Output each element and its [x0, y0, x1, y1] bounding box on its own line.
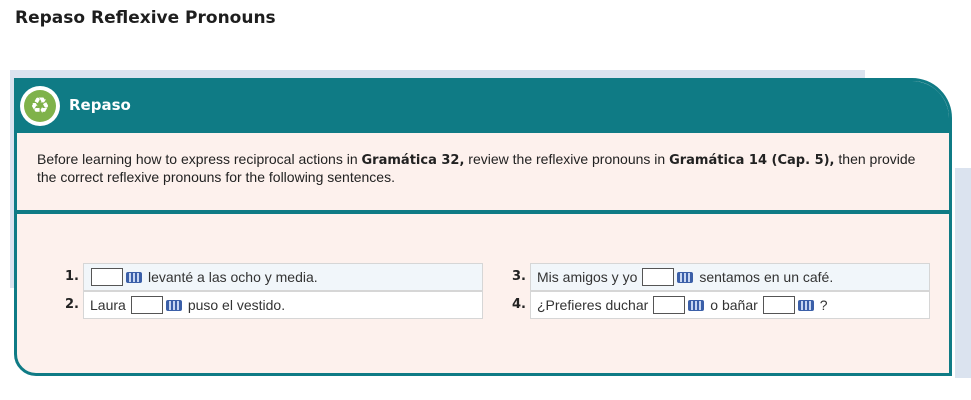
background-band-right [955, 168, 971, 378]
recycle-icon: ♻ [20, 86, 60, 126]
section-divider [17, 210, 949, 214]
card-header: ♻ Repaso [17, 81, 949, 133]
item-text-before: Laura [90, 297, 126, 313]
item-sentence-box: Mis amigos y yo sentamos en un café. [530, 263, 930, 291]
keyboard-icon[interactable] [688, 299, 705, 311]
item-number: 1. [65, 269, 79, 284]
item-text-after: sentamos en un café. [699, 269, 834, 285]
item-number: 4. [512, 297, 526, 312]
item-text-after: ? [819, 297, 828, 313]
instructions: Before learning how to express reciproca… [37, 151, 917, 186]
answer-input-4b[interactable] [762, 296, 795, 314]
repaso-card: ♻ Repaso Before learning how to express … [14, 78, 952, 376]
item-text-after: puso el vestido. [187, 297, 286, 313]
item-text-before: Mis amigos y yo [537, 269, 638, 285]
keyboard-icon[interactable] [677, 271, 694, 283]
item-sentence-box: ¿Prefieres duchar o bañar ? [530, 291, 930, 319]
card-title: Repaso [69, 96, 131, 114]
instructions-bold-1: Gramática 32, [361, 153, 465, 168]
answer-input-1[interactable] [91, 268, 123, 286]
instructions-text-1: Before learning how to express reciproca… [37, 151, 362, 167]
item-number: 3. [512, 269, 526, 284]
keyboard-icon[interactable] [165, 299, 182, 311]
item-text-before: ¿Prefieres duchar [537, 297, 649, 313]
answer-input-3[interactable] [642, 268, 675, 286]
item-sentence-box: levanté a las ocho y media. [83, 263, 483, 291]
item-text-middle: o bañar [710, 297, 758, 313]
instructions-bold-2: Gramática 14 (Cap. 5), [669, 153, 835, 168]
keyboard-icon[interactable] [126, 271, 142, 283]
page-title: Repaso Reflexive Pronouns [15, 8, 276, 28]
answer-input-2[interactable] [130, 296, 163, 314]
item-number: 2. [65, 297, 79, 312]
instructions-text-2: review the reflexive pronouns in [464, 151, 670, 167]
item-text-after: levanté a las ocho y media. [148, 269, 318, 285]
answer-input-4a[interactable] [653, 296, 686, 314]
item-sentence-box: Laura puso el vestido. [83, 291, 483, 319]
keyboard-icon[interactable] [797, 299, 814, 311]
